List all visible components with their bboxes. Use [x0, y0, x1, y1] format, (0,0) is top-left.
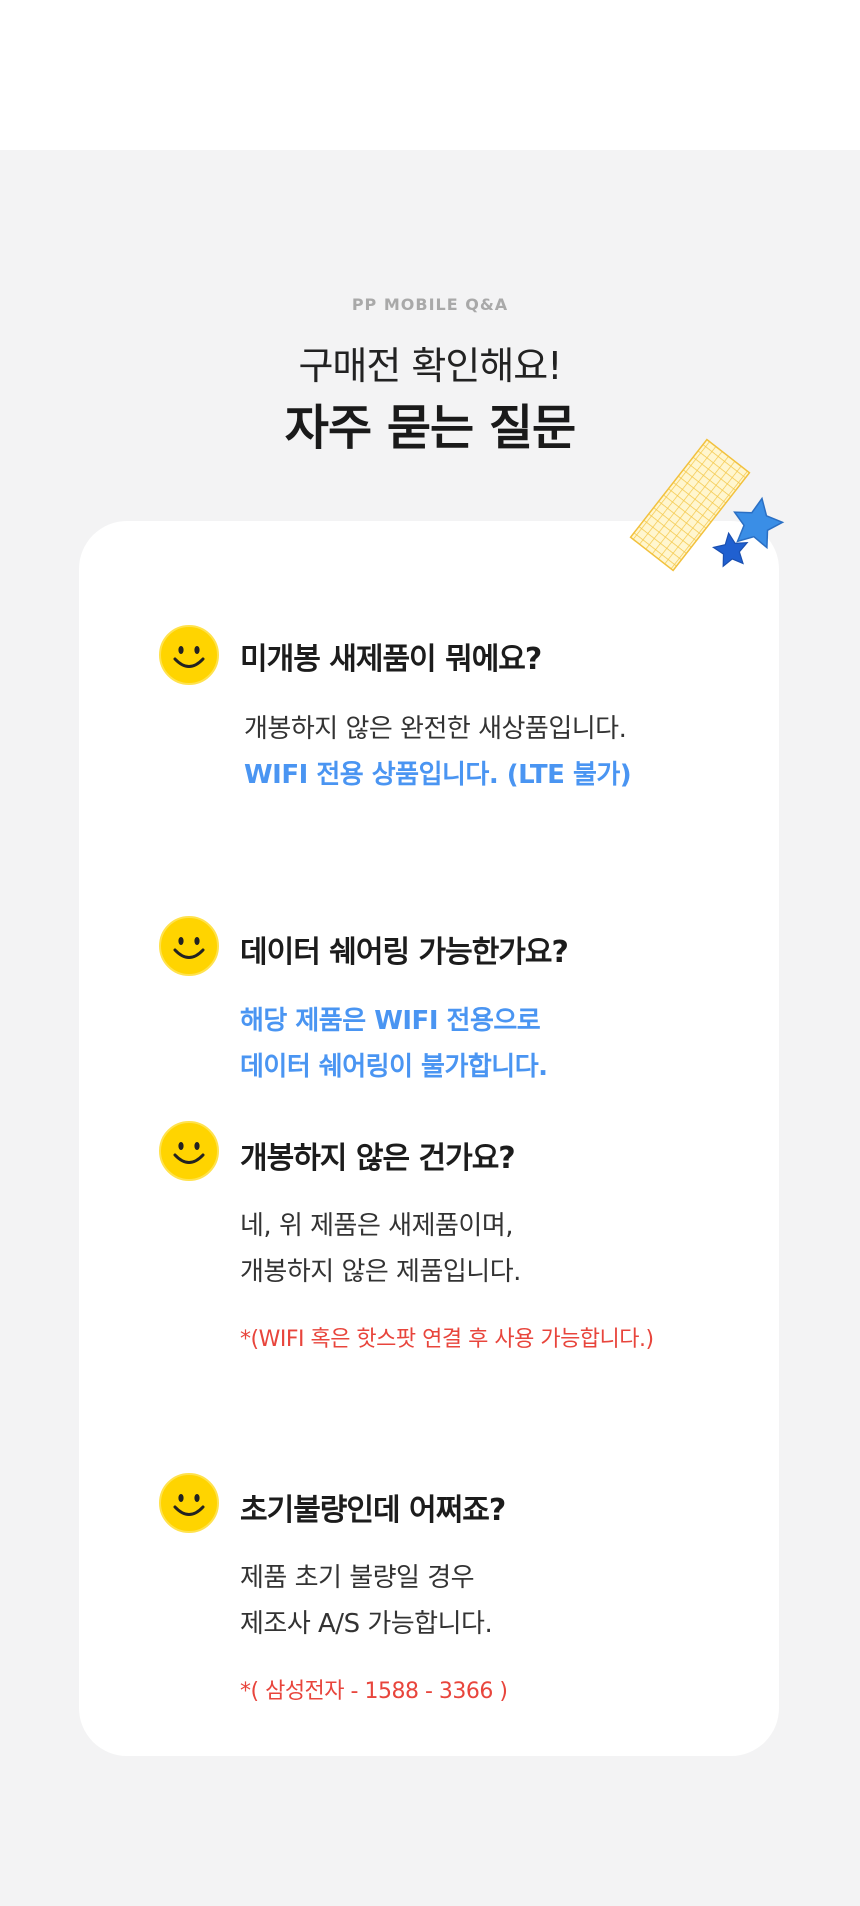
- faq-note: *( 삼성전자 - 1588 - 3366 ): [240, 1679, 508, 1704]
- section-eyebrow: PP MOBILE Q&A: [351, 295, 509, 314]
- page: PP MOBILE Q&A 구매전 확인해요! 자주 묻는 질문 미개봉 새제품…: [0, 0, 860, 1906]
- section-subtitle: 구매전 확인해요!: [298, 344, 562, 388]
- faq-answer-highlight: WIFI 전용 상품입니다. (LTE 불가): [244, 760, 632, 790]
- faq-question: 초기불량인데 어쩌죠?: [240, 1493, 506, 1528]
- smiley-icon: [159, 625, 219, 685]
- smiley-icon: [159, 916, 219, 976]
- faq-answer-highlight: 데이터 쉐어링이 불가합니다.: [240, 1052, 548, 1082]
- faq-answer: 개봉하지 않은 완전한 새상품입니다.: [244, 714, 627, 744]
- faq-answer: 개봉하지 않은 제품입니다.: [240, 1257, 521, 1287]
- faq-answer: 제조사 A/S 가능합니다.: [240, 1609, 493, 1639]
- section-title: 자주 묻는 질문: [284, 400, 576, 456]
- smiley-icon: [159, 1473, 219, 1533]
- faq-question: 데이터 쉐어링 가능한가요?: [240, 935, 569, 970]
- faq-answer-highlight: 해당 제품은 WIFI 전용으로: [240, 1006, 541, 1036]
- top-blank-area: [0, 0, 860, 150]
- faq-note: *(WIFI 혹은 핫스팟 연결 후 사용 가능합니다.): [240, 1327, 654, 1352]
- faq-answer: 제품 초기 불량일 경우: [240, 1563, 475, 1593]
- faq-question: 미개봉 새제품이 뭐에요?: [240, 642, 542, 677]
- faq-answer: 네, 위 제품은 새제품이며,: [240, 1211, 514, 1241]
- faq-question: 개봉하지 않은 건가요?: [240, 1141, 516, 1176]
- smiley-icon: [159, 1121, 219, 1181]
